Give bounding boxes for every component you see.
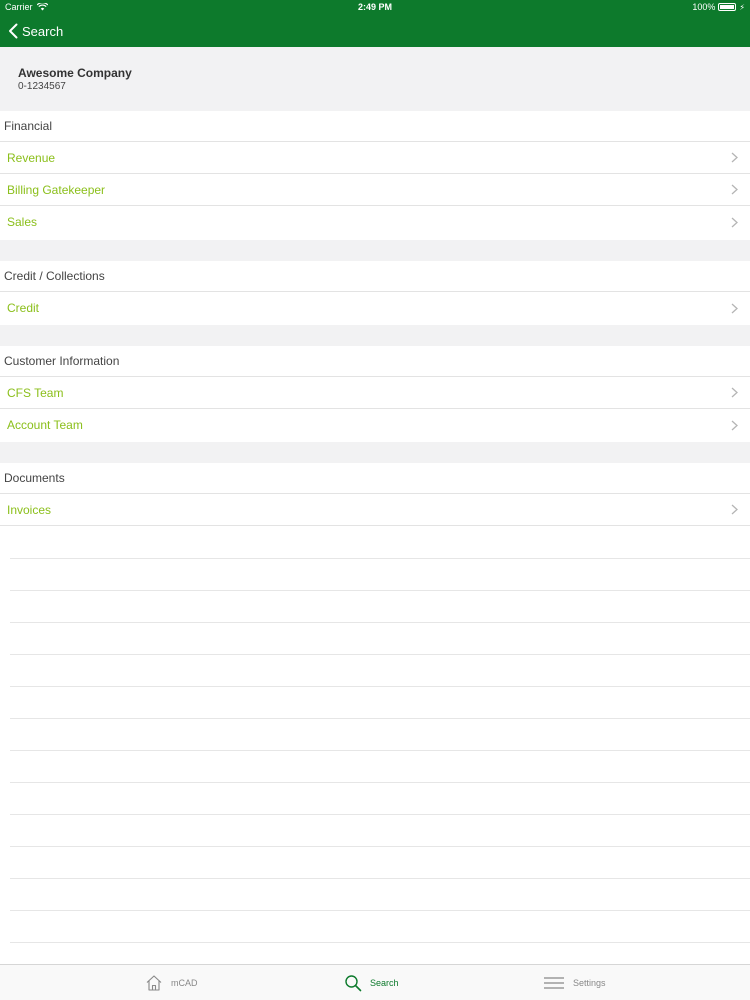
section-documents: Documents Invoices: [0, 463, 750, 526]
tab-mcad[interactable]: mCAD: [145, 965, 198, 1000]
row-billing-gatekeeper[interactable]: Billing Gatekeeper: [0, 174, 750, 206]
section-financial: Financial Revenue Billing Gatekeeper Sal…: [0, 111, 750, 238]
back-button-label: Search: [22, 23, 64, 39]
row-label: CFS Team: [7, 385, 64, 400]
empty-table-rows: [10, 527, 750, 960]
empty-row: [10, 783, 750, 815]
row-label: Sales: [7, 215, 38, 229]
search-icon: [345, 975, 362, 992]
row-label: Billing Gatekeeper: [7, 182, 106, 197]
chevron-right-icon: [731, 387, 738, 398]
navigation-bar: Carrier 2:49 PM 100% ⚡ Search: [0, 0, 750, 47]
section-credit-collections: Credit / Collections Credit: [0, 261, 750, 324]
charging-icon: ⚡: [739, 2, 745, 12]
chevron-right-icon: [731, 303, 738, 313]
row-label: Credit: [7, 301, 40, 315]
chevron-right-icon: [731, 217, 738, 227]
empty-row: [10, 911, 750, 943]
tab-label: Search: [370, 978, 399, 988]
row-credit[interactable]: Credit: [0, 292, 750, 324]
section-header: Documents: [0, 463, 750, 494]
chevron-left-icon: [9, 23, 18, 39]
back-button[interactable]: Search: [8, 20, 63, 42]
empty-row: [10, 847, 750, 879]
row-cfs-team[interactable]: CFS Team: [0, 377, 750, 409]
empty-row: [10, 815, 750, 847]
section-customer-information: Customer Information CFS Team Account Te…: [0, 346, 750, 441]
empty-row: [10, 623, 750, 655]
chevron-right-icon: [731, 184, 738, 195]
tab-settings[interactable]: Settings: [543, 965, 606, 1000]
home-icon: [146, 975, 162, 991]
chevron-right-icon: [731, 152, 738, 163]
empty-row: [10, 879, 750, 911]
company-header: Awesome Company 0-1234567: [0, 47, 750, 111]
section-separator: [0, 240, 750, 261]
empty-row: [10, 591, 750, 623]
section-separator: [0, 442, 750, 463]
company-name: Awesome Company: [18, 66, 132, 80]
battery-percent: 100%: [692, 2, 716, 12]
status-bar: Carrier 2:49 PM 100% ⚡: [0, 0, 750, 15]
row-label: Revenue: [7, 150, 56, 165]
menu-icon: [544, 977, 564, 989]
row-label: Invoices: [7, 502, 52, 517]
empty-row: [10, 655, 750, 687]
chevron-right-icon: [731, 504, 738, 515]
section-header: Credit / Collections: [0, 261, 750, 292]
tab-label: Settings: [573, 978, 606, 988]
tab-label: mCAD: [171, 978, 198, 988]
row-invoices[interactable]: Invoices: [0, 494, 750, 526]
battery-icon: [718, 3, 737, 11]
tab-search[interactable]: Search: [344, 965, 399, 1000]
section-separator: [0, 325, 750, 346]
row-revenue[interactable]: Revenue: [0, 142, 750, 174]
chevron-right-icon: [731, 420, 738, 430]
row-sales[interactable]: Sales: [0, 206, 750, 238]
empty-row: [10, 559, 750, 591]
row-account-team[interactable]: Account Team: [0, 409, 750, 441]
tab-bar: mCAD Search Settings: [0, 964, 750, 1000]
section-header: Customer Information: [0, 346, 750, 377]
row-label: Account Team: [7, 418, 83, 432]
company-number: 0-1234567: [18, 81, 66, 92]
empty-row: [10, 751, 750, 783]
status-time: 2:49 PM: [357, 2, 392, 12]
empty-row: [10, 687, 750, 719]
section-header: Financial: [0, 111, 750, 142]
battery-indicator: 100% ⚡: [692, 2, 745, 12]
empty-row: [10, 527, 750, 559]
empty-row: [10, 719, 750, 751]
